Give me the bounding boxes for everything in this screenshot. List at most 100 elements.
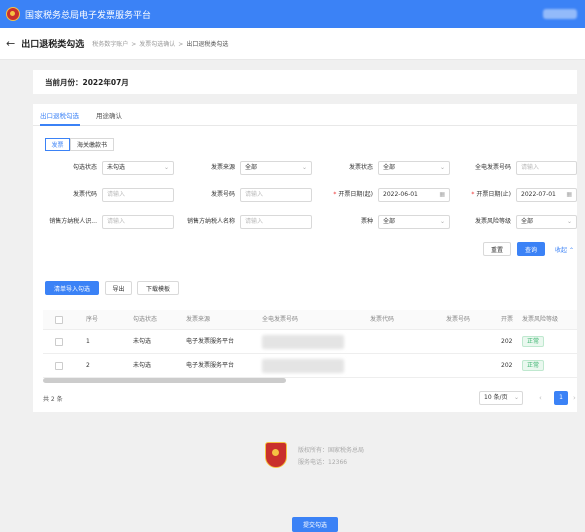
- chevron-down-icon: ⌄: [301, 164, 307, 171]
- risk-badge: 正常: [522, 336, 545, 347]
- chevron-up-icon: ⌃: [568, 247, 574, 254]
- subtab-customs-payment[interactable]: 海关缴款书: [70, 138, 114, 151]
- breadcrumb-current: 出口退税类勾选: [186, 41, 229, 48]
- subtab-invoice[interactable]: 发票: [45, 138, 70, 151]
- table-row[interactable]: 1 未勾选 电子发票服务平台 202 正常: [43, 330, 577, 354]
- seller-tax-id-input[interactable]: 请输入: [102, 215, 174, 229]
- tab-export-refund-select[interactable]: 出口退税勾选: [40, 110, 79, 120]
- next-page-button[interactable]: ›: [573, 391, 576, 405]
- footer-owner: 版权所有：国家税务总局: [298, 447, 365, 454]
- risk-level-label: 发票风险等级: [474, 218, 511, 225]
- seller-name-label: 销售方纳税人名称: [186, 218, 235, 225]
- footer-phone: 服务电话：12366: [298, 459, 348, 466]
- col-full-number: 全电发票号码: [262, 316, 299, 323]
- reset-button[interactable]: 重置: [483, 242, 511, 256]
- collapse-link[interactable]: 收起 ⌃: [555, 245, 574, 254]
- risk-level-select[interactable]: 全部 ⌄: [516, 215, 577, 229]
- invoice-code-label: 发票代码: [72, 191, 97, 198]
- source-value: 全部: [245, 164, 258, 171]
- risk-level-value: 全部: [521, 218, 534, 225]
- row-checkbox[interactable]: [55, 338, 63, 346]
- export-button[interactable]: 导出: [105, 281, 132, 295]
- date-end-picker[interactable]: 2022-07-01 ▦: [516, 188, 577, 202]
- footer: 版权所有：国家税务总局 服务电话：12366: [0, 430, 585, 480]
- invoice-status-label: 发票状态: [348, 164, 373, 171]
- required-mark: *: [471, 191, 475, 198]
- chevron-down-icon: ⌄: [439, 164, 445, 171]
- active-tab-indicator: [40, 124, 80, 126]
- col-date: 开票: [501, 316, 514, 323]
- calendar-icon: ▦: [439, 191, 445, 198]
- query-button[interactable]: 查询: [517, 242, 545, 256]
- col-source: 发票来源: [186, 316, 211, 323]
- page-title: 出口退税类勾选: [21, 40, 85, 50]
- chevron-down-icon: ⌄: [163, 164, 169, 171]
- col-code: 发票代码: [370, 316, 395, 323]
- date-start-picker[interactable]: 2022-06-01 ▦: [378, 188, 450, 202]
- table-header: 序号 勾选状态 发票来源 全电发票号码 发票代码 发票号码 开票 发票风险等级: [43, 310, 577, 330]
- page-size-value: 10 条/页: [484, 394, 508, 401]
- cell-source: 电子发票服务平台: [186, 338, 235, 345]
- full-invoice-number-label: 全电发票号码: [474, 164, 511, 171]
- cell-status: 未勾选: [133, 362, 152, 369]
- download-template-button[interactable]: 下载模板: [137, 281, 179, 295]
- breadcrumb-item[interactable]: 发票勾选确认: [139, 41, 175, 48]
- row-checkbox[interactable]: [55, 362, 63, 370]
- col-risk: 发票风险等级: [522, 316, 559, 323]
- cell-date: 202: [501, 338, 513, 345]
- invoice-type-label: 票种: [360, 218, 373, 225]
- cell-source: 电子发票服务平台: [186, 362, 235, 369]
- status-label: 勾选状态: [72, 164, 97, 171]
- status-value: 未勾选: [107, 164, 126, 171]
- prev-page-button[interactable]: ‹: [539, 391, 542, 405]
- col-status: 勾选状态: [133, 316, 158, 323]
- collapse-label: 收起: [555, 247, 568, 254]
- seller-tax-id-label: 销售方纳税人识...: [49, 218, 97, 225]
- tab-bar: 出口退税勾选 用途确认: [33, 104, 577, 126]
- source-select[interactable]: 全部 ⌄: [240, 161, 312, 175]
- chevron-down-icon: ⌄: [439, 218, 445, 225]
- cell-index: 1: [86, 338, 90, 345]
- calendar-icon: ▦: [566, 191, 572, 198]
- user-info[interactable]: [543, 9, 577, 19]
- date-start-label-text: 开票日期(起): [338, 191, 373, 198]
- cell-index: 2: [86, 362, 90, 369]
- source-label: 发票来源: [210, 164, 235, 171]
- breadcrumb: 税务数字账户 > 发票勾选确认 > 出口退税类勾选: [92, 41, 229, 48]
- redacted-full-number: [262, 335, 344, 349]
- total-count: 共 2 条: [43, 396, 63, 403]
- date-end-label: * 开票日期(止): [451, 188, 511, 202]
- invoice-status-select[interactable]: 全部 ⌄: [378, 161, 450, 175]
- app-title: 国家税务总局电子发票服务平台: [25, 10, 152, 21]
- status-select[interactable]: 未勾选 ⌄: [102, 161, 174, 175]
- invoice-type-select[interactable]: 全部 ⌄: [378, 215, 450, 229]
- date-start-value: 2022-06-01: [383, 191, 418, 198]
- table-row[interactable]: 2 未勾选 电子发票服务平台 202 正常: [43, 354, 577, 378]
- full-invoice-number-input[interactable]: 请输入: [516, 161, 577, 175]
- current-month-card: 当前月份：2022年07月: [33, 70, 577, 94]
- invoice-status-value: 全部: [383, 164, 396, 171]
- tax-logo-icon: [265, 442, 287, 468]
- page-header: ← 出口退税类勾选 税务数字账户 > 发票勾选确认 > 出口退税类勾选: [0, 28, 585, 60]
- page-size-select[interactable]: 10 条/页 ⌄: [479, 391, 523, 405]
- arrow-left-icon[interactable]: ←: [6, 37, 15, 50]
- date-end-label-text: 开票日期(止): [476, 191, 511, 198]
- invoice-number-input[interactable]: 请输入: [240, 188, 312, 202]
- current-month-label: 当前月份：2022年07月: [45, 77, 129, 87]
- tax-emblem-icon: [6, 7, 20, 21]
- select-all-checkbox[interactable]: [55, 316, 63, 324]
- page-1-button[interactable]: 1: [554, 391, 568, 405]
- col-number: 发票号码: [446, 316, 471, 323]
- tab-usage-confirm[interactable]: 用途确认: [96, 110, 122, 120]
- main-card: 出口退税勾选 用途确认 发票 海关缴款书 勾选状态 未勾选 ⌄ 发票来源 全部 ⌄ …: [33, 104, 577, 412]
- cell-date: 202: [501, 362, 513, 369]
- import-select-button[interactable]: 清单导入勾选: [45, 281, 99, 295]
- cell-status: 未勾选: [133, 338, 152, 345]
- col-index: 序号: [86, 316, 99, 323]
- seller-name-input[interactable]: 请输入: [240, 215, 312, 229]
- invoice-code-input[interactable]: 请输入: [102, 188, 174, 202]
- horizontal-scrollbar[interactable]: [43, 378, 286, 383]
- submit-select-button[interactable]: 提交勾选: [292, 517, 338, 532]
- top-bar: 国家税务总局电子发票服务平台: [0, 0, 585, 28]
- breadcrumb-item[interactable]: 税务数字账户: [92, 41, 128, 48]
